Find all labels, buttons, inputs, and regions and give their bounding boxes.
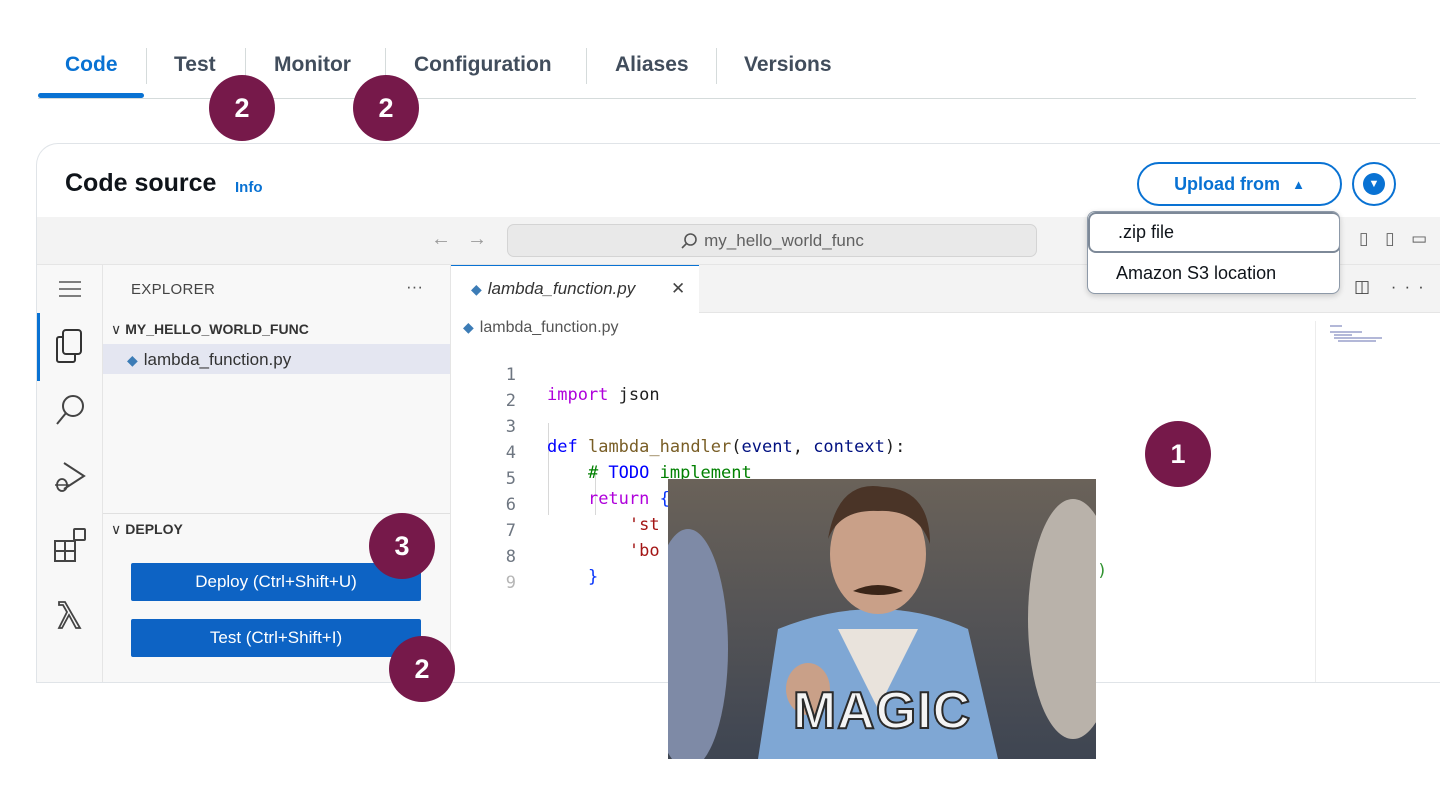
tab-divider — [716, 48, 717, 84]
caret-up-icon: ▲ — [1292, 176, 1305, 192]
test-button[interactable]: Test (Ctrl+Shift+I) — [131, 619, 421, 657]
code-line: 2 — [505, 391, 516, 411]
step-badge: 3 — [369, 513, 435, 579]
step-badge: 2 — [389, 636, 455, 702]
code-line: 1 import json — [505, 365, 660, 405]
actions-dropdown-button[interactable]: ▼ — [1352, 162, 1396, 206]
layout-toggle-icons[interactable]: ▯ ▯ ▭ — [1359, 229, 1433, 249]
info-link[interactable]: Info — [235, 179, 263, 196]
explorer-sidebar: EXPLORER ··· ∨ MY_HELLO_WORLD_FUNC ◆ lambd… — [103, 265, 451, 682]
extensions-icon[interactable] — [37, 527, 103, 568]
tab-configuration[interactable]: Configuration — [414, 53, 552, 77]
run-debug-icon[interactable] — [37, 457, 103, 500]
file-name: lambda_function.py — [143, 350, 292, 369]
magic-gif-image: MAGIC — [668, 479, 1096, 759]
editor-tab-label: lambda_function.py — [487, 279, 636, 298]
tab-divider — [586, 48, 587, 84]
zip-file-option[interactable]: .zip file — [1088, 212, 1339, 253]
tab-code[interactable]: Code — [65, 53, 118, 77]
deploy-section-label: DEPLOY — [125, 521, 183, 537]
menu-icon[interactable] — [37, 279, 103, 304]
close-icon[interactable]: ✕ — [671, 279, 685, 299]
upload-from-label: Upload from — [1174, 173, 1281, 194]
upload-from-button[interactable]: Upload from ▲ — [1137, 162, 1342, 206]
code-line: 3 def lambda_handler(event, context): — [505, 417, 906, 457]
tab-versions[interactable]: Versions — [744, 53, 832, 77]
upload-from-menu: .zip file Amazon S3 location — [1087, 211, 1340, 294]
chevron-down-icon: ∨ — [111, 321, 122, 337]
editor-tab-lambda-function[interactable]: ◆ lambda_function.py ✕ — [451, 265, 699, 313]
lambda-icon[interactable] — [37, 597, 103, 636]
tab-monitor[interactable]: Monitor — [274, 53, 351, 77]
activity-bar — [37, 265, 103, 682]
search-icon[interactable] — [37, 393, 103, 434]
tab-aliases[interactable]: Aliases — [615, 53, 689, 77]
minimap[interactable] — [1315, 321, 1405, 682]
caret-down-icon: ▼ — [1363, 173, 1385, 195]
active-tab-indicator — [38, 93, 144, 98]
code-line: 4 # TODO implement — [505, 443, 752, 483]
breadcrumb[interactable]: ◆ lambda_function.py — [463, 319, 619, 337]
breadcrumb-file: lambda_function.py — [479, 319, 619, 336]
step-badge: 1 — [1145, 421, 1211, 487]
step-badge: 2 — [209, 75, 275, 141]
files-icon[interactable] — [37, 328, 103, 369]
forward-arrow-icon[interactable]: → — [467, 228, 487, 251]
folder-name: MY_HELLO_WORLD_FUNC — [125, 321, 309, 337]
tab-test[interactable]: Test — [174, 53, 216, 77]
command-search-text: my_hello_world_func — [704, 230, 864, 250]
tab-divider — [146, 48, 147, 84]
code-line: 5 return { — [505, 469, 670, 509]
python-file-icon: ◆ — [463, 319, 474, 335]
panel-title: Code source — [65, 169, 217, 197]
editor-actions-icons[interactable]: ◫ ··· — [1354, 277, 1432, 297]
folder-item[interactable]: ∨ MY_HELLO_WORLD_FUNC — [111, 321, 309, 338]
command-search-input[interactable]: my_hello_world_func — [507, 224, 1037, 257]
magic-caption: MAGIC — [792, 681, 972, 741]
deploy-section-header[interactable]: ∨ DEPLOY — [111, 521, 183, 538]
search-icon — [681, 232, 697, 249]
python-file-icon: ◆ — [127, 352, 138, 368]
back-arrow-icon[interactable]: ← — [431, 228, 451, 251]
step-badge: 2 — [353, 75, 419, 141]
file-item[interactable]: ◆ lambda_function.py — [103, 344, 450, 374]
more-actions-icon[interactable]: ··· — [406, 277, 423, 297]
s3-location-option[interactable]: Amazon S3 location — [1088, 253, 1339, 293]
explorer-title: EXPLORER — [131, 281, 216, 298]
python-file-icon: ◆ — [471, 281, 482, 297]
chevron-down-icon: ∨ — [111, 521, 122, 537]
